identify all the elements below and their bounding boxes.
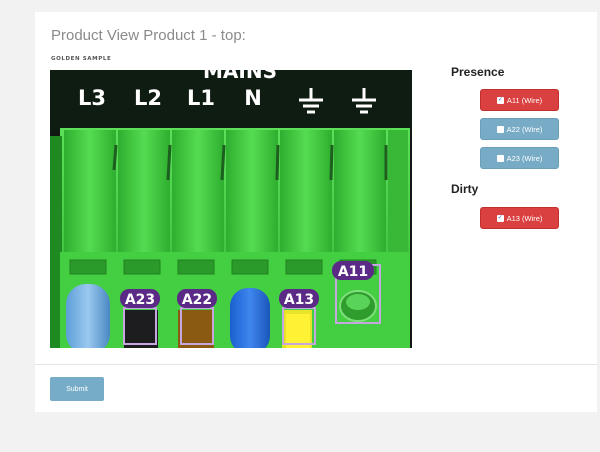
- presence-heading: Presence: [451, 65, 505, 79]
- checkbox-checked-icon: ✓: [496, 214, 504, 222]
- submit-button[interactable]: Submit: [50, 377, 104, 401]
- presence-tag-a22-label: A22 (Wire): [506, 124, 543, 134]
- product-photo: MAINS L3 L2 L1 N A23 A22 A13 A11: [50, 70, 412, 348]
- dirty-tag-a13[interactable]: ✓ A13 (Wire): [480, 207, 559, 229]
- region-label-a13: A13: [284, 292, 314, 308]
- region-label-a11: A11: [338, 264, 368, 280]
- form-divider: [35, 364, 597, 365]
- presence-tag-a11[interactable]: ✓ A11 (Wire): [480, 89, 559, 111]
- checkbox-checked-icon: ✓: [496, 96, 504, 104]
- presence-tag-a23[interactable]: A23 (Wire): [480, 147, 559, 169]
- presence-tag-a22[interactable]: A22 (Wire): [480, 118, 559, 140]
- checkbox-unchecked-icon: [496, 125, 504, 133]
- dirty-tag-a13-label: A13 (Wire): [506, 213, 543, 223]
- mains-label: MAINS: [203, 70, 277, 83]
- dirty-heading: Dirty: [451, 182, 479, 196]
- terminal-label-l3: L3: [78, 86, 106, 110]
- terminal-label-l1: L1: [187, 86, 215, 110]
- image-caption: GOLDEN SAMPLE: [51, 56, 112, 62]
- presence-tag-a11-label: A11 (Wire): [506, 95, 543, 105]
- presence-tag-a23-label: A23 (Wire): [506, 153, 543, 163]
- terminal-label-n: N: [244, 86, 262, 110]
- checkbox-unchecked-icon: [496, 154, 504, 162]
- region-label-a23: A23: [125, 292, 155, 308]
- terminal-label-l2: L2: [134, 86, 162, 110]
- region-label-a22: A22: [182, 292, 212, 308]
- page-title: Product View Product 1 - top:: [51, 27, 246, 44]
